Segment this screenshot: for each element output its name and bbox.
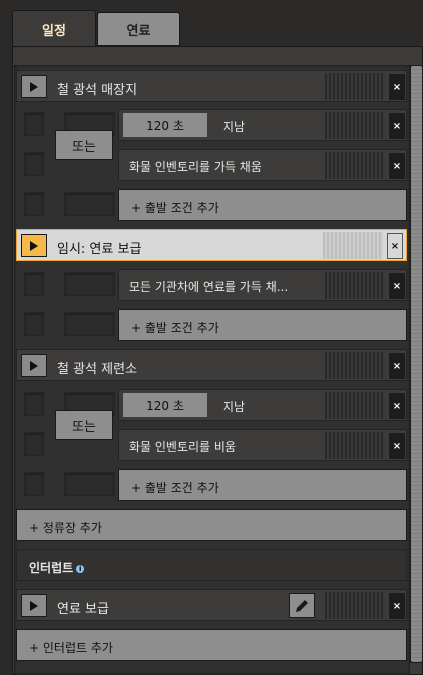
play-icon [30,240,38,251]
add-condition-button[interactable]: + 출발 조건 추가 [118,189,407,221]
slot [24,192,44,216]
or-button[interactable]: 또는 [55,130,113,160]
close-icon[interactable]: × [389,433,405,459]
slot [24,112,44,136]
play-icon [30,81,38,92]
tab-fuel[interactable]: 연료 [97,12,180,46]
close-icon[interactable]: × [389,353,405,379]
or-button[interactable]: 또는 [55,410,113,440]
condition-row[interactable]: 화물 인벤토리를 비움 × [118,429,407,461]
slot [64,472,115,496]
close-icon[interactable]: × [389,273,405,299]
add-station-button[interactable]: + 정류장 추가 [16,509,407,541]
drag-handle[interactable] [323,232,383,259]
or-label: 또는 [72,419,96,435]
slot [24,272,44,296]
station-name: 철 광석 매장지 [57,83,138,98]
drag-handle[interactable] [325,352,385,379]
add-condition-label: + 출발 조건 추가 [131,481,219,495]
add-interrupt-label: + 인터럽트 추가 [29,641,113,655]
time-value: 120 초 [146,118,184,133]
interrupts-title: 인터럽트 [29,561,74,575]
add-station-label: + 정류장 추가 [29,521,102,535]
play-button[interactable] [21,75,47,98]
slot [64,272,115,296]
drag-handle[interactable] [325,112,385,139]
station-row[interactable]: 철 광석 매장지 × [16,70,407,102]
tab-fuel-label: 연료 [126,23,151,39]
drag-handle[interactable] [325,73,385,100]
close-icon[interactable]: × [389,593,405,619]
or-label: 또는 [72,139,96,155]
slot [64,312,115,336]
condition-row[interactable]: 120 초 지남 × [118,389,407,421]
condition-row[interactable]: 화물 인벤토리를 가득 채움 × [118,149,407,181]
station-name: 임시: 연료 보급 [57,242,142,257]
scrollbar-thumb[interactable] [411,66,422,662]
slot [64,192,115,216]
condition-row[interactable]: 모든 기관차에 연료를 가득 채... × [118,269,407,301]
drag-handle[interactable] [325,272,385,299]
station-row[interactable]: 철 광석 제련소 × [16,349,407,381]
condition-label: 화물 인벤토리를 가득 채움 [129,160,262,174]
play-icon [30,600,38,611]
drag-handle[interactable] [325,592,385,619]
close-icon[interactable]: × [389,113,405,139]
drag-handle[interactable] [325,152,385,179]
condition-label: 모든 기관차에 연료를 가득 채... [129,280,289,294]
slot [24,432,44,456]
slot [24,392,44,416]
add-condition-label: + 출발 조건 추가 [131,321,219,335]
slot [24,472,44,496]
tab-schedule[interactable]: 일정 [12,10,96,48]
condition-label: 지남 [223,400,246,414]
close-icon[interactable]: × [389,153,405,179]
close-icon[interactable]: × [389,74,405,100]
condition-row[interactable]: 120 초 지남 × [118,109,407,141]
slot [24,312,44,336]
add-condition-button[interactable]: + 출발 조건 추가 [118,469,407,501]
interrupts-header: 인터럽트 i [16,549,407,581]
play-button[interactable] [21,234,47,257]
scrollbar[interactable] [410,65,423,663]
add-interrupt-button[interactable]: + 인터럽트 추가 [16,629,407,661]
time-value: 120 초 [146,398,184,413]
play-button[interactable] [21,354,47,377]
drag-handle[interactable] [325,392,385,419]
time-value-button[interactable]: 120 초 [123,113,207,137]
add-condition-label: + 출발 조건 추가 [131,201,219,215]
station-name: 철 광석 제련소 [57,362,138,377]
condition-label: 지남 [223,120,246,134]
play-button[interactable] [21,594,47,617]
pencil-icon [296,599,308,612]
close-icon[interactable]: × [389,393,405,419]
add-condition-button[interactable]: + 출발 조건 추가 [118,309,407,341]
edit-button[interactable] [289,593,315,618]
info-icon[interactable]: i [76,564,85,573]
interrupt-name: 연료 보급 [57,602,109,617]
close-icon[interactable]: × [387,233,403,259]
slot [24,152,44,176]
interrupt-row[interactable]: 연료 보급 × [16,589,407,621]
tab-schedule-label: 일정 [42,24,66,39]
time-value-button[interactable]: 120 초 [123,393,207,417]
condition-label: 화물 인벤토리를 비움 [129,440,236,454]
drag-handle[interactable] [325,432,385,459]
station-row-active[interactable]: 임시: 연료 보급 × [16,229,407,261]
play-icon [30,360,38,371]
